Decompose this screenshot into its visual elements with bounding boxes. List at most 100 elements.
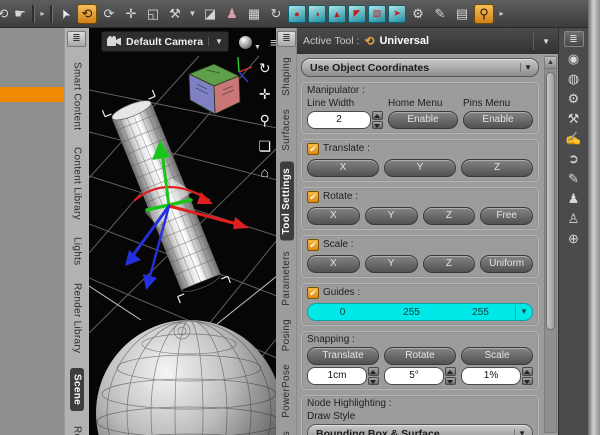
sidebar-tab[interactable]: Lights: [70, 235, 84, 268]
lights-toggle-icon[interactable]: ⚲: [474, 3, 494, 24]
draw-style-dropdown[interactable]: Bounding Box & Surface ▼: [307, 424, 533, 435]
camera-dropdown-icon[interactable]: ▼: [208, 37, 223, 46]
sidebar-tab[interactable]: Render Settings: [70, 424, 84, 435]
snap-value-input[interactable]: 1%: [461, 367, 521, 385]
spin-up-icon[interactable]: [372, 111, 383, 120]
snap-value-input[interactable]: 5°: [384, 367, 444, 385]
pane-options-icon[interactable]: ≣: [277, 31, 296, 47]
node-edit-tool-icon[interactable]: ▤: [452, 4, 472, 24]
coordinates-dropdown[interactable]: Use Object Coordinates ▼: [301, 58, 539, 77]
scale-axis-button[interactable]: X: [307, 255, 360, 273]
panel-tab[interactable]: Tool Settings: [279, 161, 294, 241]
rotate-axis-button[interactable]: Y: [364, 207, 418, 225]
snap-spinner[interactable]: [522, 367, 533, 385]
selected-content-item[interactable]: [0, 87, 64, 102]
panel-tab[interactable]: Parameters: [280, 249, 294, 308]
frame-icon[interactable]: ❏: [258, 138, 271, 154]
snap-spinner[interactable]: [368, 367, 379, 385]
snapping-mode-button[interactable]: Translate: [307, 347, 379, 365]
figure-walk-icon[interactable]: ♙: [568, 211, 580, 227]
brush-tool-icon[interactable]: ✎: [430, 4, 450, 24]
node-selection-cursor-icon[interactable]: ➤: [52, 0, 79, 27]
scale-tool-icon[interactable]: ◱: [143, 4, 163, 24]
line-width-spinner[interactable]: [372, 111, 383, 129]
sidebar-tab[interactable]: Render Library: [70, 281, 84, 355]
snap-value-input[interactable]: 1cm: [307, 367, 367, 385]
scale-axis-button[interactable]: Z: [422, 255, 476, 273]
scale-axis-button[interactable]: Y: [364, 255, 418, 273]
drawstyle-texture-shaded-icon[interactable]: ◑: [308, 4, 326, 23]
spin-down-icon[interactable]: [368, 376, 379, 385]
rotate-tool-icon[interactable]: ⟳: [99, 4, 119, 24]
viewport-3d[interactable]: Default Camera ▼ ▼ ≡ ↻ ✛ ⚲ ❏ ⌂: [88, 28, 278, 435]
rotate-axis-button[interactable]: X: [307, 207, 360, 225]
panel-tab[interactable]: Posing: [280, 317, 294, 353]
hand-grab-tool-icon[interactable]: ☛: [10, 4, 30, 24]
sidebar-tab[interactable]: Smart Content: [70, 60, 84, 132]
overflow-right-icon[interactable]: ▸: [496, 4, 507, 24]
spin-up-icon[interactable]: [368, 367, 379, 376]
camera-selector[interactable]: Default Camera ▼: [101, 31, 229, 52]
figure-pose-icon[interactable]: ♟: [568, 191, 580, 207]
scrollbar-up-icon[interactable]: ▲: [545, 57, 556, 69]
pan-icon[interactable]: ✛: [259, 86, 271, 102]
drawstyle-flat-shaded-icon[interactable]: ◤: [348, 4, 366, 23]
zoom-icon[interactable]: ⚲: [260, 112, 270, 128]
node-sphere-icon[interactable]: ◍: [568, 71, 579, 87]
tool-dropdown-icon[interactable]: ▼: [187, 4, 198, 24]
translate-axis-button[interactable]: Z: [461, 159, 533, 177]
translate-checkbox[interactable]: ✔: [307, 143, 319, 155]
content-pane[interactable]: [0, 28, 64, 435]
rotate-axis-button[interactable]: Z: [422, 207, 476, 225]
universal-tool-icon[interactable]: ⟲: [77, 3, 97, 24]
overflow-left-icon[interactable]: ▸: [37, 4, 48, 24]
orbit-icon[interactable]: ↻: [259, 60, 271, 76]
spin-down-icon[interactable]: [372, 120, 383, 129]
figure-edit-icon[interactable]: ✍: [565, 131, 581, 147]
panel-tab[interactable]: Cameras: [280, 429, 294, 435]
active-pose-tool-icon[interactable]: ⚒: [165, 4, 185, 24]
guide-color-dropdown-icon[interactable]: ▼: [515, 304, 532, 320]
drawstyle-smooth-shaded-icon[interactable]: ●: [288, 4, 306, 23]
sidebar-tab[interactable]: Content Library: [70, 145, 84, 222]
pan-orbit-tool-icon[interactable]: ⟲: [0, 4, 8, 24]
translate-axis-button[interactable]: Y: [384, 159, 456, 177]
translate-axis-button[interactable]: X: [307, 159, 379, 177]
spin-down-icon[interactable]: [522, 376, 533, 385]
scrollbar-thumb[interactable]: [546, 72, 555, 330]
pencil-tool-icon[interactable]: ✎: [568, 171, 579, 187]
home-icon[interactable]: ⌂: [260, 164, 268, 180]
spin-up-icon[interactable]: [522, 367, 533, 376]
panel-tab[interactable]: Shaping: [280, 55, 294, 98]
figure-tool-icon[interactable]: ♟: [222, 4, 242, 24]
panel-tab[interactable]: Surfaces: [280, 107, 294, 153]
node-arrow-icon[interactable]: ➲: [568, 151, 579, 167]
surface-selection-tool-icon[interactable]: ◪: [200, 4, 220, 24]
spin-down-icon[interactable]: [445, 376, 456, 385]
scale-checkbox[interactable]: ✔: [307, 239, 319, 251]
globe-icon[interactable]: ⊕: [568, 231, 579, 247]
rotate-axis-button[interactable]: Free: [480, 207, 533, 225]
viewport-scene[interactable]: [89, 28, 277, 435]
home-menu-enable-button[interactable]: Enable: [388, 111, 458, 129]
snap-spinner[interactable]: [445, 367, 456, 385]
pins-menu-enable-button[interactable]: Enable: [463, 111, 533, 129]
drawstyle-hidden-line-icon[interactable]: ▧: [368, 4, 386, 23]
settings-gears-icon[interactable]: ⚙: [568, 91, 580, 107]
joint-editor-tool-icon[interactable]: ⚙: [408, 4, 428, 24]
spreadsheet-tool-icon[interactable]: ▦: [244, 4, 264, 24]
snapping-mode-button[interactable]: Rotate: [384, 347, 456, 365]
drawstyle-wireframe-icon[interactable]: ▲: [328, 4, 346, 23]
scale-axis-button[interactable]: Uniform: [480, 255, 533, 273]
line-width-input[interactable]: 2: [307, 111, 371, 129]
sidebar-tab[interactable]: Scene: [69, 368, 84, 412]
snapping-mode-button[interactable]: Scale: [461, 347, 533, 365]
pane-options-icon[interactable]: ≣: [67, 31, 86, 47]
pane-options-icon[interactable]: ≣: [563, 31, 584, 47]
aim-at-target-icon[interactable]: ◉: [568, 51, 579, 67]
guide-color-bar[interactable]: 0 255 255 ▼: [307, 303, 533, 321]
drawstyle-cartoon-icon[interactable]: ➤: [388, 4, 406, 23]
drawstyle-sphere-icon[interactable]: [239, 36, 252, 49]
spin-up-icon[interactable]: [445, 367, 456, 376]
panel-scrollbar[interactable]: ▲: [544, 56, 557, 433]
